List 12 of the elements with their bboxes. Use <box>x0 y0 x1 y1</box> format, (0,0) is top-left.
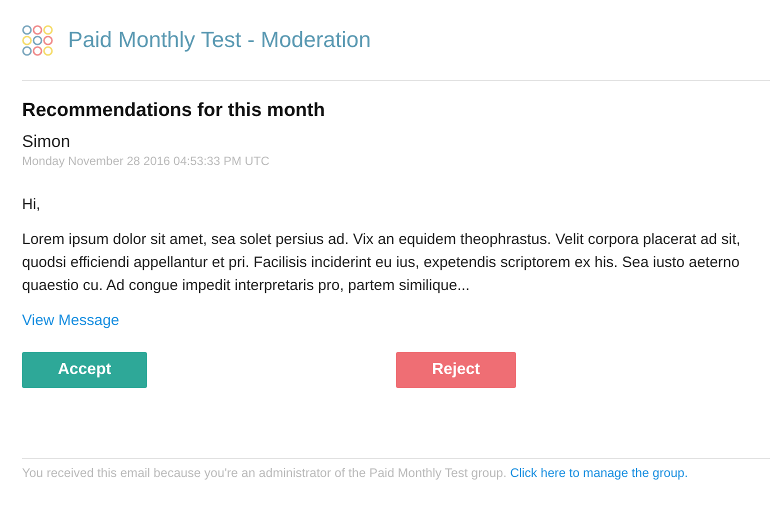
message-body: Lorem ipsum dolor sit amet, sea solet persius ad. Vix an equidem theophrastus. Velit corpora placerat ad sit, quodsi efficiendi appellantur et pri. Facilisis inciderint eu ius, expetendis scriptorem ex his. Sea iusto aeterno quaestio cu. Ad congue impedit interpretaris pro, partem similique... <box>22 230 742 296</box>
greeting: Hi, <box>22 196 42 213</box>
manage-group-link[interactable]: Click here to manage the group. <box>510 466 688 480</box>
logo-icon <box>22 24 53 56</box>
page-title: Paid Monthly Test - Moderation <box>68 27 371 53</box>
author-name: Simon <box>22 132 72 152</box>
view-message-link[interactable]: View Message <box>22 312 120 329</box>
reject-button[interactable]: Reject <box>396 352 516 388</box>
footer-note: You received this email because you're an administrator of the Paid Monthly Test group. Click here to manage the group. <box>22 458 770 480</box>
message-heading: Recommendations for this month <box>22 100 326 122</box>
accept-button[interactable]: Accept <box>22 352 147 388</box>
message-date: Monday November 28 2016 04:53:33 PM UTC <box>22 154 270 168</box>
